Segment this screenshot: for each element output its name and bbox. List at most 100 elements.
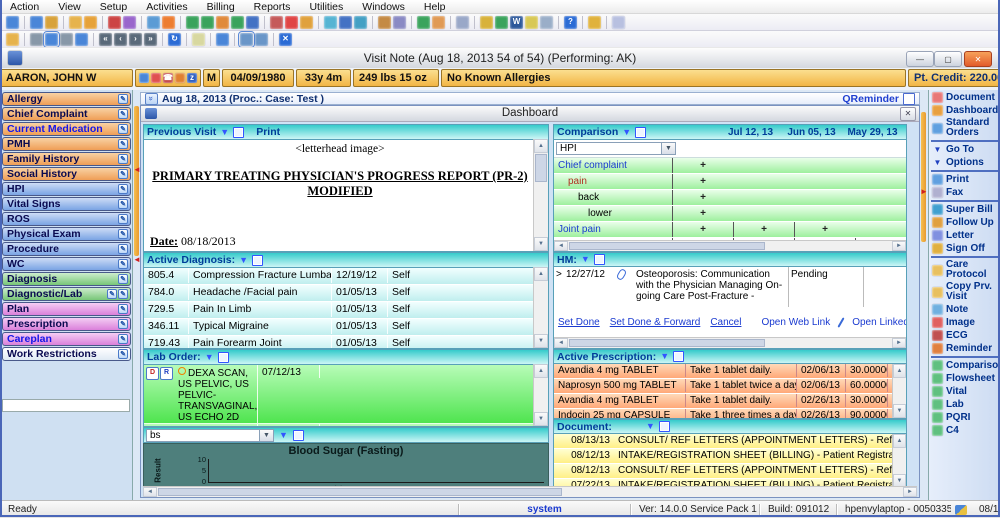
action-button[interactable]: Reminder	[931, 342, 998, 355]
scroll-left-icon[interactable]	[143, 487, 157, 497]
note-section-item[interactable]: Physical Exam ✎ ✎	[2, 227, 131, 241]
edit-section-icon[interactable]: ✎	[118, 184, 128, 194]
result-doc-icon[interactable]: R	[160, 367, 173, 380]
patient-allergies[interactable]: No Known Allergies	[441, 69, 906, 87]
scroll-up-icon[interactable]	[893, 364, 906, 378]
edit-section-icon[interactable]: ✎	[118, 109, 128, 119]
note-section-item[interactable]: Prescription ✎ ✎	[2, 317, 131, 331]
toolbar-icon[interactable]: ↻	[168, 33, 181, 46]
toolbar-icon[interactable]	[75, 33, 88, 46]
popout-icon[interactable]	[252, 255, 263, 266]
edit-section-icon[interactable]: ✎	[118, 259, 128, 269]
edit-section-icon[interactable]: ✎	[118, 139, 128, 149]
edit-section-icon[interactable]: ✎	[118, 214, 128, 224]
toolbar-icon[interactable]	[30, 33, 43, 46]
toolbar-icon[interactable]	[495, 16, 508, 29]
edit-section-icon[interactable]: ✎	[118, 199, 128, 209]
scroll-down-icon[interactable]	[893, 404, 906, 418]
scroll-thumb[interactable]	[158, 488, 562, 496]
scroll-left-icon[interactable]	[554, 338, 568, 348]
note-section-item[interactable]: ROS ✎ ✎	[2, 212, 131, 226]
cancel-link[interactable]: Cancel	[710, 317, 741, 328]
toolbar-icon[interactable]: ‹	[114, 33, 127, 46]
toolbar-icon[interactable]	[324, 16, 337, 29]
lab-link-icon[interactable]: ✎	[107, 289, 117, 299]
toolbar-icon[interactable]: ✕	[279, 33, 292, 46]
toolbar-icon[interactable]	[300, 16, 313, 29]
toolbar-icon[interactable]	[45, 33, 58, 46]
order-doc-icon[interactable]: D	[146, 367, 159, 380]
toolbar-icon[interactable]	[540, 16, 553, 29]
action-button[interactable]: Vital	[931, 385, 998, 398]
toolbar-icon[interactable]	[60, 33, 73, 46]
toolbar-icon[interactable]	[354, 16, 367, 29]
scroll-right-icon[interactable]	[903, 487, 917, 497]
note-section-item[interactable]: Vital Signs ✎ ✎	[2, 197, 131, 211]
toolbar-icon[interactable]	[246, 16, 259, 29]
toolbar-icon[interactable]	[108, 16, 121, 29]
prescription-row[interactable]: Avandia 4 mg TABLET Take 1 tablet daily.…	[554, 364, 893, 379]
menu-item[interactable]: Reports	[254, 1, 291, 13]
patient-icon[interactable]	[139, 73, 149, 83]
scroll-down-icon[interactable]	[534, 237, 548, 251]
toolbar-icon[interactable]	[69, 16, 82, 29]
patient-icon[interactable]: z	[187, 73, 197, 83]
print-button[interactable]: Print	[256, 126, 280, 138]
action-button[interactable]: C4	[931, 424, 998, 437]
note-section-item[interactable]: HPI ✎ ✎	[2, 182, 131, 196]
toolbar-icon[interactable]	[432, 16, 445, 29]
action-button[interactable]: Follow Up	[931, 216, 998, 229]
popout-icon[interactable]	[594, 254, 605, 265]
popout-icon[interactable]	[293, 430, 304, 441]
dashboard-close-icon[interactable]	[900, 107, 916, 121]
comparison-row[interactable]: pain +	[554, 174, 906, 190]
prescription-scrollbar[interactable]	[892, 364, 906, 418]
toolbar-icon[interactable]	[147, 16, 160, 29]
hm-row[interactable]: > 12/27/12 Osteoporosis: Communication w…	[554, 267, 906, 307]
toolbar-icon[interactable]	[84, 16, 97, 29]
note-section-item[interactable]: Current Medication ✎ ✎	[2, 122, 131, 136]
action-button[interactable]: Document	[931, 91, 998, 104]
toolbar-icon[interactable]: «	[99, 33, 112, 46]
edit-section-icon[interactable]: ✎	[118, 274, 128, 284]
maximize-button[interactable]	[934, 51, 962, 67]
action-button[interactable]: ▼ Options	[931, 156, 998, 169]
note-section-item[interactable]: Diagnosis ✎ ✎	[2, 272, 131, 286]
menu-item[interactable]: Setup	[100, 1, 127, 13]
previous-visit-document[interactable]: <letterhead image> PRIMARY TREATING PHYS…	[144, 140, 548, 251]
action-button[interactable]: Print	[931, 173, 998, 186]
toolbar-icon[interactable]	[240, 33, 253, 46]
popout-icon[interactable]	[659, 421, 670, 432]
action-button[interactable]: ▼ Go To	[931, 143, 998, 156]
toolbar-icon[interactable]	[123, 16, 136, 29]
diagnosis-row[interactable]: 784.0 Headache /Facial pain 01/05/13 Sel…	[144, 285, 534, 302]
scroll-up-icon[interactable]	[534, 139, 548, 153]
toolbar-icon[interactable]	[480, 16, 493, 29]
toolbar-icon[interactable]: W	[510, 16, 523, 29]
note-section-item[interactable]: Plan ✎ ✎	[2, 302, 131, 316]
popout-icon[interactable]	[635, 127, 646, 138]
filter-icon[interactable]	[660, 352, 669, 361]
patient-icon[interactable]	[175, 73, 185, 83]
edit-section-icon[interactable]: ✎	[118, 289, 128, 299]
prescription-row[interactable]: Avandia 4 mg TABLET Take 1 tablet daily.…	[554, 394, 893, 409]
hm-hscrollbar[interactable]	[554, 337, 906, 348]
filter-icon[interactable]	[622, 128, 631, 137]
action-button[interactable]: Standard Orders	[931, 117, 998, 139]
comparison-date[interactable]: Jul 12, 13	[720, 127, 781, 138]
action-button[interactable]: Care Protocol	[931, 259, 998, 281]
toolbar-icon[interactable]: ›	[129, 33, 142, 46]
note-section-item[interactable]: PMH ✎ ✎	[2, 137, 131, 151]
action-button[interactable]: Sign Off	[931, 242, 998, 255]
toolbar-icon[interactable]	[339, 16, 352, 29]
action-button[interactable]: Super Bill	[931, 203, 998, 216]
note-section-item[interactable]: Family History ✎ ✎	[2, 152, 131, 166]
edit-section-icon[interactable]: ✎	[118, 154, 128, 164]
comparison-date[interactable]: Jun 05, 13	[781, 127, 842, 138]
hm-expand-arrow[interactable]: >	[554, 267, 564, 307]
open-web-link[interactable]: Open Web Link	[761, 317, 830, 328]
toolbar-icon[interactable]	[285, 16, 298, 29]
edit-section-icon[interactable]: ✎	[118, 169, 128, 179]
edit-section-icon[interactable]: ✎	[118, 304, 128, 314]
visit-tab-label[interactable]: Aug 18, 2013 (Proc.: Case: Test )	[162, 93, 324, 105]
